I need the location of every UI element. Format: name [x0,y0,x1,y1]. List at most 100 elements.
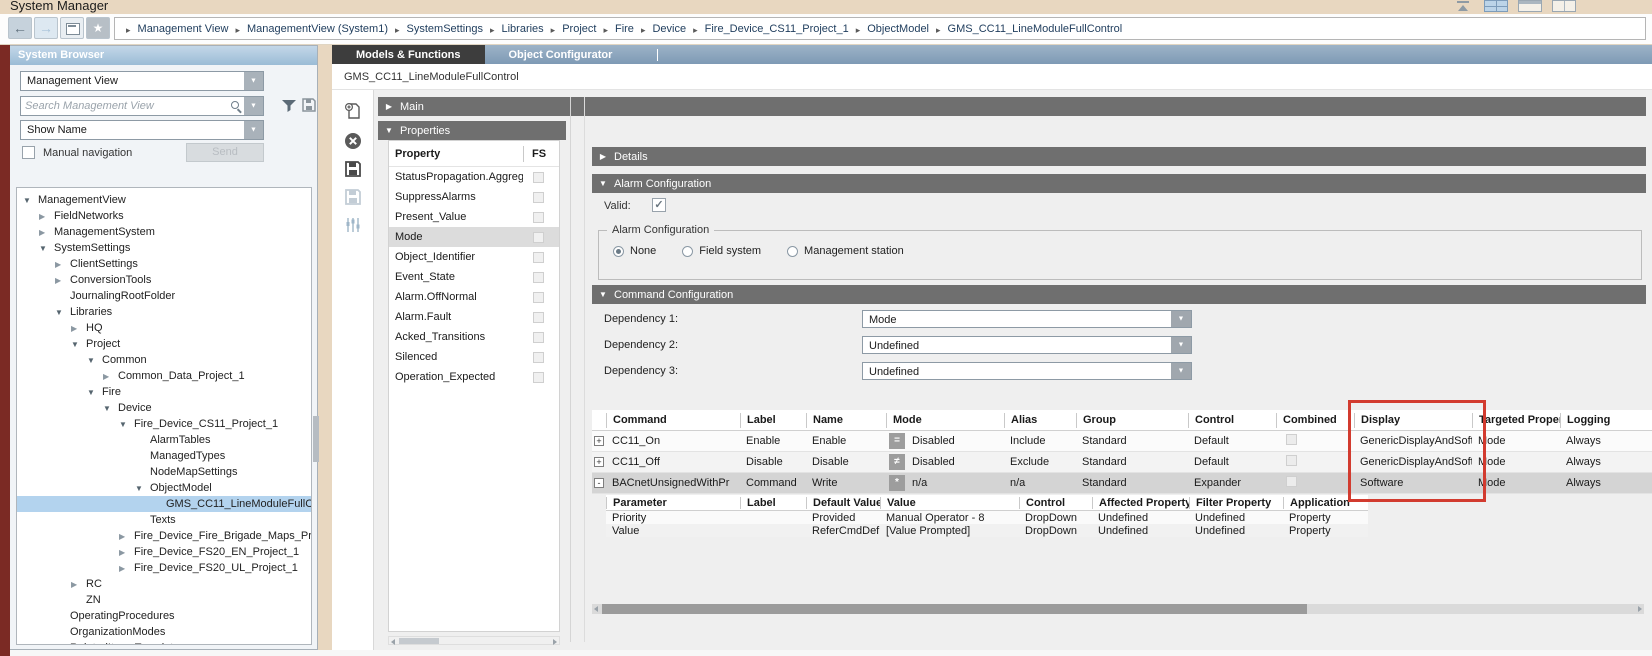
column-header[interactable]: Command [606,413,740,428]
tree-expander-icon[interactable] [71,577,86,593]
column-header[interactable]: Filter Property [1189,497,1283,509]
back-button[interactable]: ← [8,17,32,39]
column-header[interactable]: Control [1019,497,1092,509]
section-main[interactable]: Main [378,97,1646,116]
fs-checkbox[interactable] [533,192,544,203]
properties-horizontal-scrollbar[interactable] [388,636,560,645]
tree-expander-icon[interactable] [103,369,118,385]
save-as-icon[interactable] [344,188,362,206]
property-row[interactable]: SuppressAlarms [389,187,559,207]
save-icon[interactable] [344,160,362,178]
tree-item[interactable]: ManagementView [17,192,311,208]
breadcrumb-item[interactable]: ManagementView (System1) [228,20,388,38]
tree-item[interactable]: Fire_Device_Fire_Brigade_Maps_Project_1 [17,528,311,544]
property-row[interactable]: Mode [389,227,559,247]
dependency-select[interactable]: Undefined [862,336,1192,354]
row-expander-icon[interactable]: + [594,457,604,467]
tree-expander-icon[interactable] [119,545,134,561]
tree-item[interactable]: ManagementSystem [17,224,311,240]
column-header[interactable]: Logging [1560,413,1652,428]
tree-item[interactable]: GMS_CC11_LineModuleFullControl [17,496,311,512]
tree-item[interactable]: Common [17,352,311,368]
view-select[interactable]: Management View [20,71,264,91]
dependency-dropdown-icon[interactable] [1171,311,1191,327]
section-command-configuration[interactable]: Command Configuration [592,285,1646,304]
display-mode-select[interactable]: Show Name [20,120,264,140]
tree-item[interactable]: NodeMapSettings [17,464,311,480]
collapse-ribbon-icon[interactable] [1454,0,1474,12]
tree-item[interactable]: ZN [17,592,311,608]
single-window-layout-icon[interactable] [1518,0,1542,12]
column-header[interactable]: Default Value [806,497,880,509]
fs-checkbox[interactable] [533,312,544,323]
fs-checkbox[interactable] [533,272,544,283]
close-icon[interactable] [344,132,362,150]
tree-item[interactable]: Fire [17,384,311,400]
column-header[interactable]: Targeted Property [1472,413,1560,428]
properties-scrollbar-thumb[interactable] [399,638,439,644]
radio-icon[interactable] [613,246,624,257]
tree-expander-icon[interactable] [55,257,70,273]
alarm-radio[interactable]: Management station [787,245,904,257]
tree-item[interactable]: OrganizationModes [17,624,311,640]
section-details[interactable]: Details [592,147,1646,166]
collapse-icon[interactable] [592,290,614,299]
collapse-icon[interactable] [592,179,614,188]
radio-icon[interactable] [787,246,798,257]
tab[interactable]: Object Configurator [485,45,637,64]
tree-item[interactable]: JournalingRootFolder [17,288,311,304]
property-row[interactable]: Alarm.OffNormal [389,287,559,307]
column-header[interactable]: Group [1076,413,1188,428]
filter-icon[interactable] [281,97,297,113]
fs-checkbox[interactable] [533,212,544,223]
expand-icon[interactable] [592,152,614,161]
tree-scrollbar-thumb[interactable] [313,416,319,462]
tree-item[interactable]: Fire_Device_FS20_UL_Project_1 [17,560,311,576]
alarm-radio[interactable]: Field system [682,245,761,257]
breadcrumb-item[interactable]: GMS_CC11_LineModuleFullControl [929,20,1122,38]
tree-item[interactable]: ConversionTools [17,272,311,288]
breadcrumb-item[interactable]: Project [544,20,597,38]
tab[interactable]: Models & Functions [332,45,485,64]
tree-item[interactable]: FieldNetworks [17,208,311,224]
parameter-row[interactable]: Value ReferCmdDef [Value Prompted] DropD… [606,524,1368,537]
property-row[interactable]: Alarm.Fault [389,307,559,327]
section-properties[interactable]: Properties [378,121,566,140]
tree-expander-icon[interactable] [119,561,134,577]
column-header[interactable]: Mode [886,413,1004,428]
column-header[interactable]: Alias [1004,413,1076,428]
tree-item[interactable]: Device [17,400,311,416]
dependency-dropdown-icon[interactable] [1171,337,1191,353]
expand-icon[interactable] [378,102,400,111]
command-row[interactable]: - BACnetUnsignedWithPr Command Write *n/… [592,473,1652,494]
command-row[interactable]: + CC11_Off Disable Disable ≠Disabled Exc… [592,452,1652,473]
scroll-right-icon[interactable] [553,639,557,645]
fs-checkbox[interactable] [533,372,544,383]
column-header[interactable]: Label [740,497,806,509]
tree-item[interactable]: Project [17,336,311,352]
tree-expander-icon[interactable] [87,353,102,369]
command-row[interactable]: + CC11_On Enable Enable =Disabled Includ… [592,431,1652,452]
combined-checkbox[interactable] [1286,455,1297,466]
view-select-dropdown-icon[interactable] [244,72,263,90]
parameter-row[interactable]: Priority Provided Manual Operator - 8 Dr… [606,511,1368,524]
favorites-button[interactable]: ★ [86,17,110,39]
dependency-dropdown-icon[interactable] [1171,363,1191,379]
fs-checkbox[interactable] [533,332,544,343]
tree-item[interactable]: ClientSettings [17,256,311,272]
collapse-icon[interactable] [378,126,400,135]
new-document-icon[interactable] [344,102,362,120]
property-row[interactable]: Present_Value [389,207,559,227]
fs-checkbox[interactable] [533,292,544,303]
tree-expander-icon[interactable] [119,417,134,433]
tree-expander-icon[interactable] [71,321,86,337]
tree-item[interactable]: Fire_Device_FS20_EN_Project_1 [17,544,311,560]
panel-splitter[interactable] [570,97,571,642]
tree-item[interactable]: OperatingProcedures [17,608,311,624]
column-header[interactable]: Parameter [606,497,740,509]
column-header[interactable]: Combined [1276,413,1354,428]
breadcrumb-item[interactable]: Libraries [483,20,544,38]
panel-splitter[interactable] [584,97,585,642]
search-dropdown-icon[interactable] [244,97,263,115]
tree-vertical-scrollbar[interactable] [313,187,319,645]
